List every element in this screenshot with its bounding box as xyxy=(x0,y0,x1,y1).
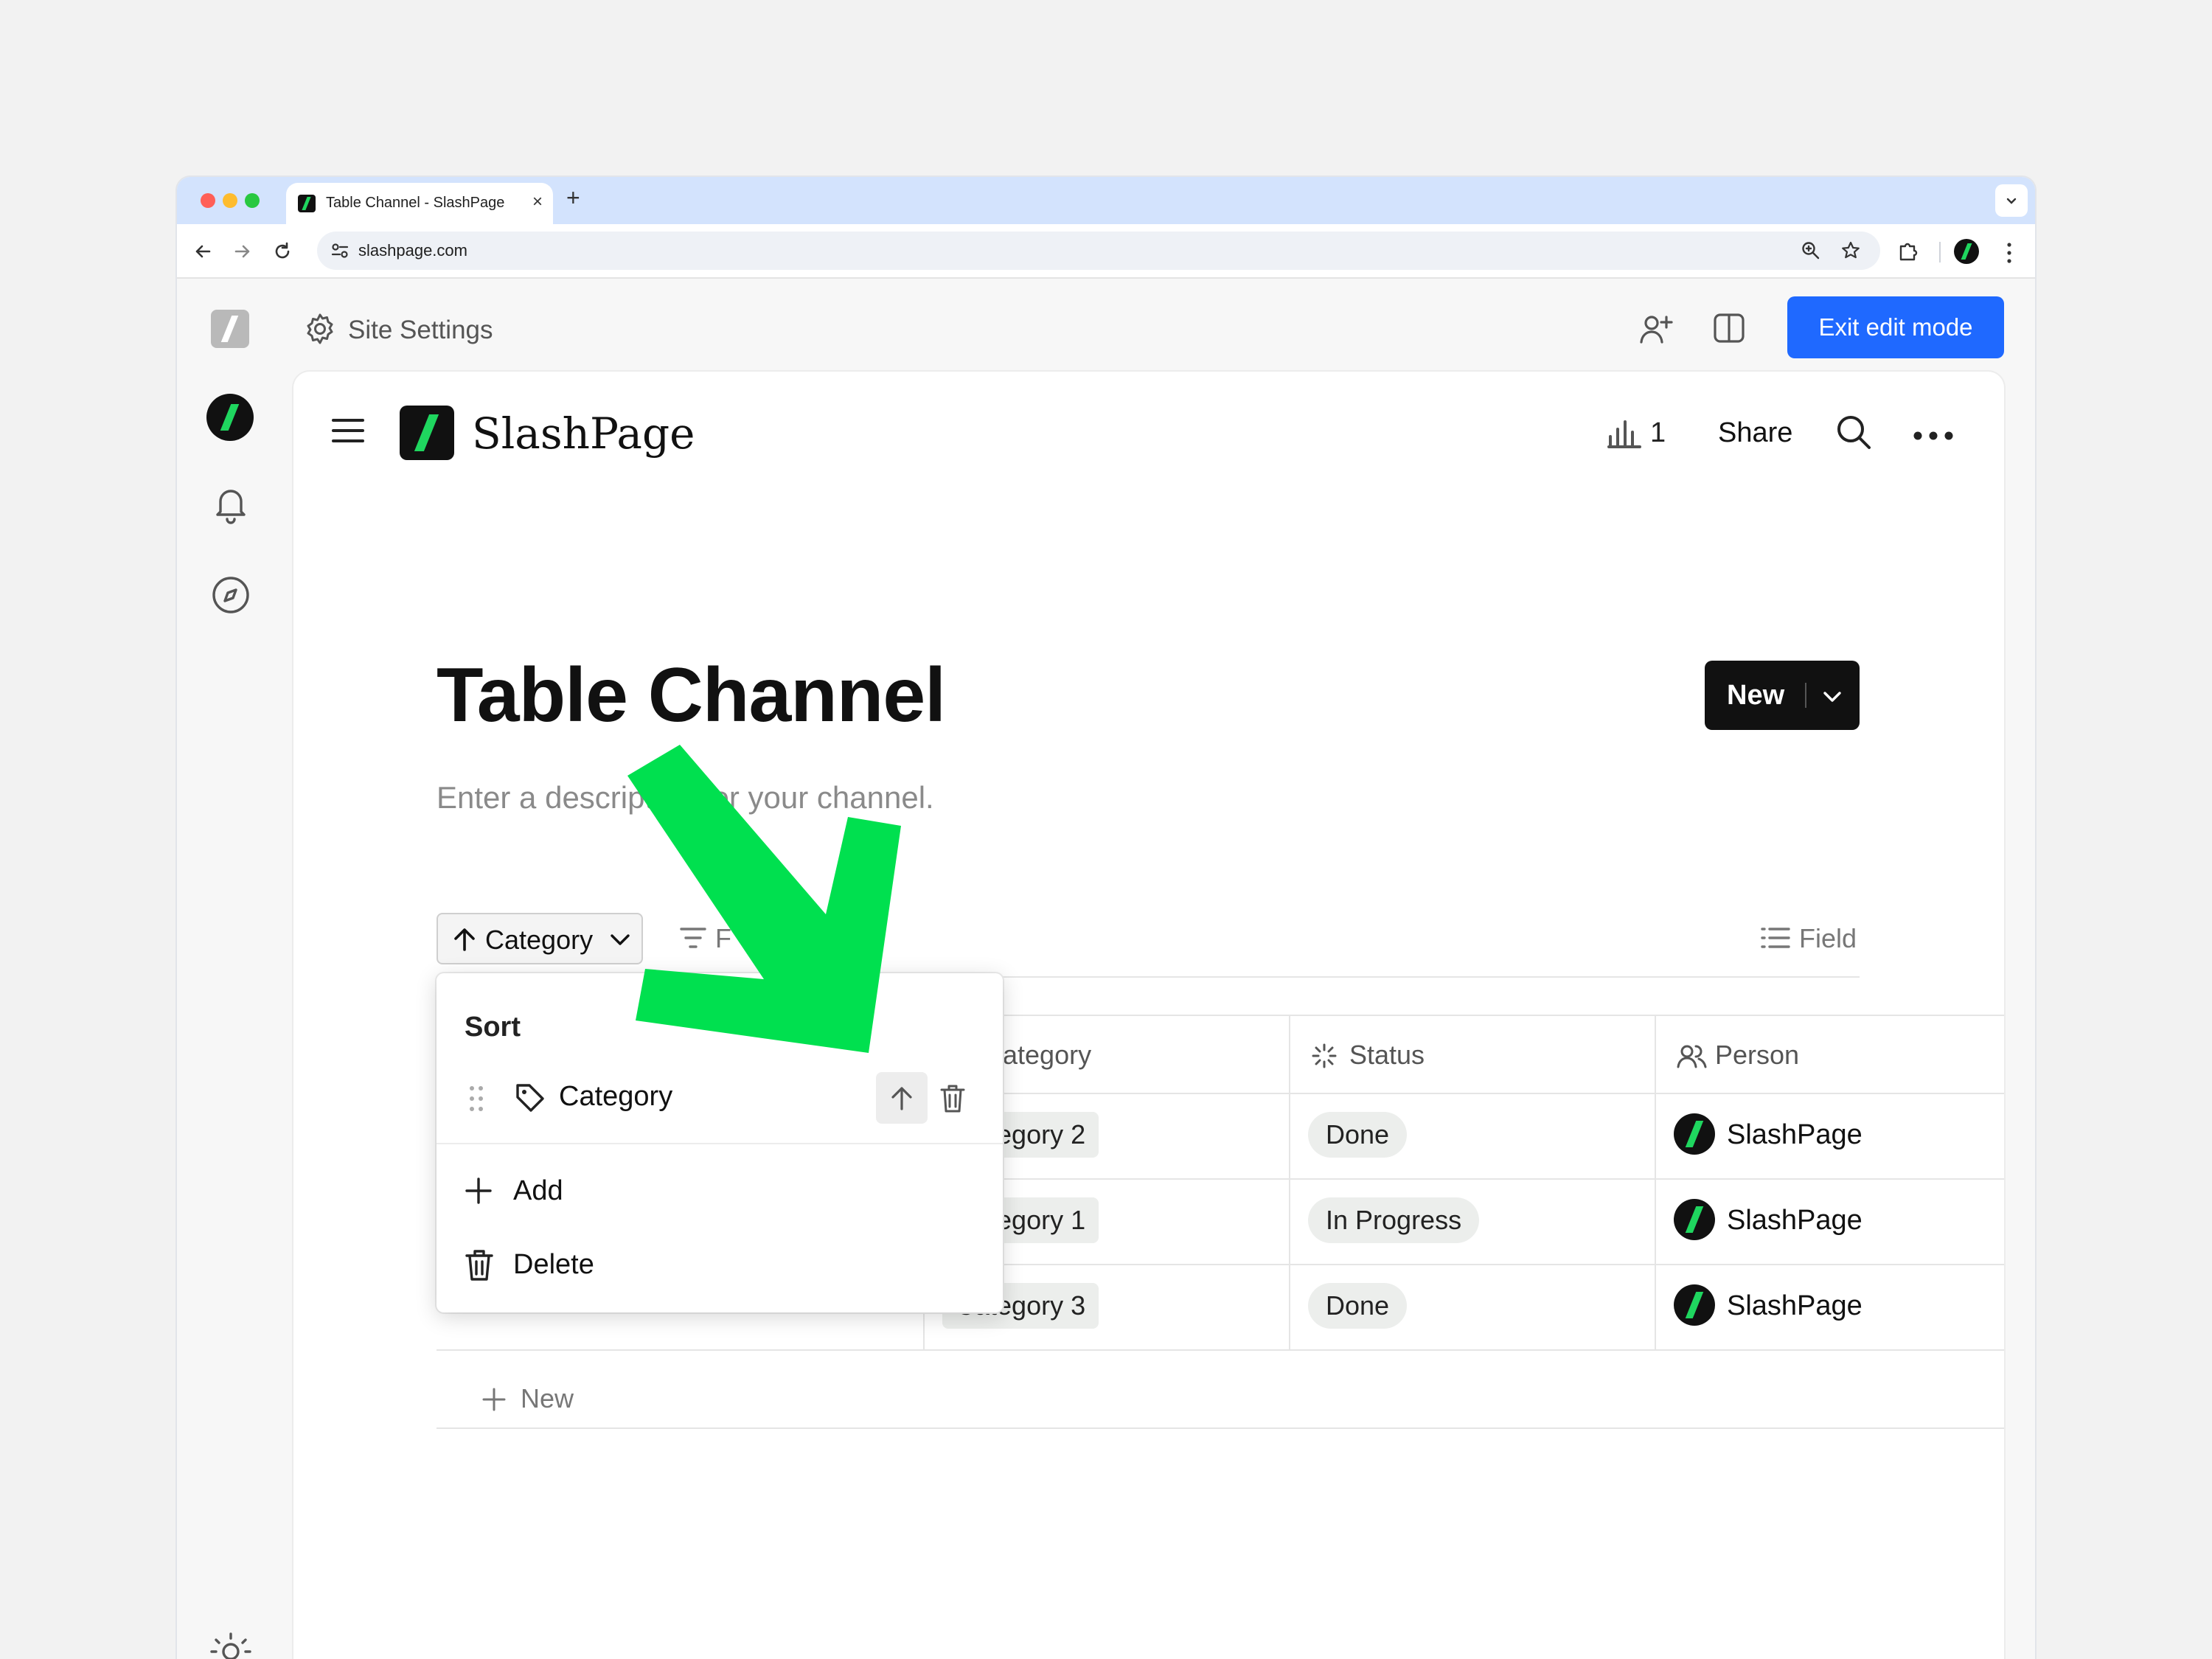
chevron-down-icon xyxy=(2006,198,2017,204)
sort-popover-title: Sort xyxy=(465,1012,521,1043)
slashpage-logo-icon[interactable] xyxy=(211,310,249,348)
brand-logo-icon[interactable] xyxy=(400,406,454,460)
views-count[interactable]: 1 xyxy=(1650,417,1666,449)
new-tab-button[interactable]: + xyxy=(566,184,580,212)
plus-icon xyxy=(482,1388,506,1411)
person-name: SlashPage xyxy=(1727,1119,1863,1150)
arrow-up-icon xyxy=(891,1087,912,1110)
site-settings-label: Site Settings xyxy=(348,316,493,344)
back-icon[interactable] xyxy=(192,240,214,262)
drag-handle-icon[interactable] xyxy=(467,1084,485,1113)
channel-description[interactable]: Enter a description for your channel. xyxy=(437,780,934,815)
extensions-puzzle-icon[interactable] xyxy=(1895,239,1920,264)
maximize-window-button[interactable] xyxy=(245,193,260,208)
status-badge[interactable]: Done xyxy=(1308,1283,1408,1329)
chevron-down-icon xyxy=(611,934,630,945)
brand-name[interactable]: SlashPage xyxy=(472,408,695,459)
bell-icon[interactable] xyxy=(211,484,251,525)
status-badge[interactable]: In Progress xyxy=(1308,1197,1480,1243)
table-border xyxy=(437,1349,2004,1351)
add-sort-label: Add xyxy=(513,1175,563,1206)
reload-icon[interactable] xyxy=(271,240,293,262)
field-label: Field xyxy=(1799,923,1857,953)
exit-edit-mode-button[interactable]: Exit edit mode xyxy=(1787,296,2004,358)
sort-chip-label: Category xyxy=(485,925,594,955)
close-tab-icon[interactable]: × xyxy=(532,192,543,212)
zoom-icon[interactable] xyxy=(1801,240,1821,261)
workspace-avatar[interactable] xyxy=(206,394,254,441)
browser-toolbar: slashpage.com xyxy=(177,224,2035,279)
popover-divider xyxy=(437,1143,1003,1144)
delete-sort-label: Delete xyxy=(513,1249,594,1280)
minimize-window-button[interactable] xyxy=(223,193,237,208)
invite-member-icon[interactable] xyxy=(1638,311,1674,347)
people-icon xyxy=(1677,1045,1707,1068)
chevron-down-icon[interactable] xyxy=(1821,686,1843,708)
sort-rule-field[interactable]: Category xyxy=(559,1081,672,1113)
new-entry-button[interactable]: New xyxy=(1705,661,1860,730)
close-window-button[interactable] xyxy=(201,193,215,208)
column-header-label: Status xyxy=(1349,1040,1425,1070)
avatar xyxy=(1674,1113,1715,1155)
address-bar[interactable]: slashpage.com xyxy=(317,232,1880,270)
gear-icon xyxy=(307,313,333,344)
filter-icon[interactable] xyxy=(680,926,706,950)
share-button[interactable]: Share xyxy=(1718,417,1792,449)
profile-avatar[interactable] xyxy=(1954,239,1979,264)
trash-icon[interactable] xyxy=(939,1084,966,1113)
site-info-icon[interactable] xyxy=(330,242,349,260)
bookmark-star-icon[interactable] xyxy=(1840,240,1861,261)
loader-icon xyxy=(1312,1043,1337,1068)
tab-title: Table Channel - SlashPage xyxy=(326,195,505,211)
browser-window: Table Channel - SlashPage × + slashpage.… xyxy=(177,177,2035,1659)
list-icon xyxy=(1761,928,1790,948)
sort-chip[interactable]: Category xyxy=(437,913,643,964)
person-name: SlashPage xyxy=(1727,1290,1863,1321)
browser-menu-icon[interactable] xyxy=(2006,242,2013,264)
tag-icon xyxy=(516,1084,544,1112)
sort-popover: Sort Category Add Delete xyxy=(437,973,1003,1312)
forward-icon[interactable] xyxy=(232,240,254,262)
channel-title[interactable]: Table Channel xyxy=(437,652,946,740)
tab-search-button[interactable] xyxy=(1995,184,2028,217)
theme-sun-icon[interactable] xyxy=(209,1631,252,1659)
app-area: Site Settings Exit edit mode SlashPage 1… xyxy=(177,279,2035,1659)
slashpage-favicon-icon xyxy=(298,195,316,212)
toolbar-divider xyxy=(1939,242,1941,262)
add-row-label: New xyxy=(521,1383,574,1413)
hamburger-menu-icon[interactable] xyxy=(330,416,366,445)
filter-label[interactable]: F xyxy=(715,923,731,954)
compass-icon[interactable] xyxy=(209,574,252,616)
url-text: slashpage.com xyxy=(358,241,467,260)
more-options-icon[interactable] xyxy=(1913,431,1954,441)
sort-direction-button[interactable] xyxy=(876,1072,928,1124)
analytics-bars-icon[interactable] xyxy=(1606,416,1643,450)
tab-strip: Table Channel - SlashPage × + xyxy=(177,177,2035,224)
avatar xyxy=(1674,1284,1715,1326)
table-border xyxy=(1655,1015,1656,1349)
trash-icon xyxy=(465,1250,493,1281)
search-icon[interactable] xyxy=(1834,413,1873,451)
status-badge[interactable]: Done xyxy=(1308,1112,1408,1158)
new-entry-label: New xyxy=(1727,680,1785,711)
plus-icon xyxy=(465,1178,492,1204)
table-border xyxy=(1289,1015,1290,1349)
browser-tab[interactable]: Table Channel - SlashPage × xyxy=(286,183,553,224)
table-border xyxy=(437,1427,2004,1429)
column-header-label: Person xyxy=(1715,1040,1800,1070)
new-button-divider xyxy=(1805,683,1806,708)
avatar xyxy=(1674,1199,1715,1240)
arrow-up-icon xyxy=(454,928,475,951)
split-panel-icon[interactable] xyxy=(1712,311,1746,345)
person-name: SlashPage xyxy=(1727,1205,1863,1236)
